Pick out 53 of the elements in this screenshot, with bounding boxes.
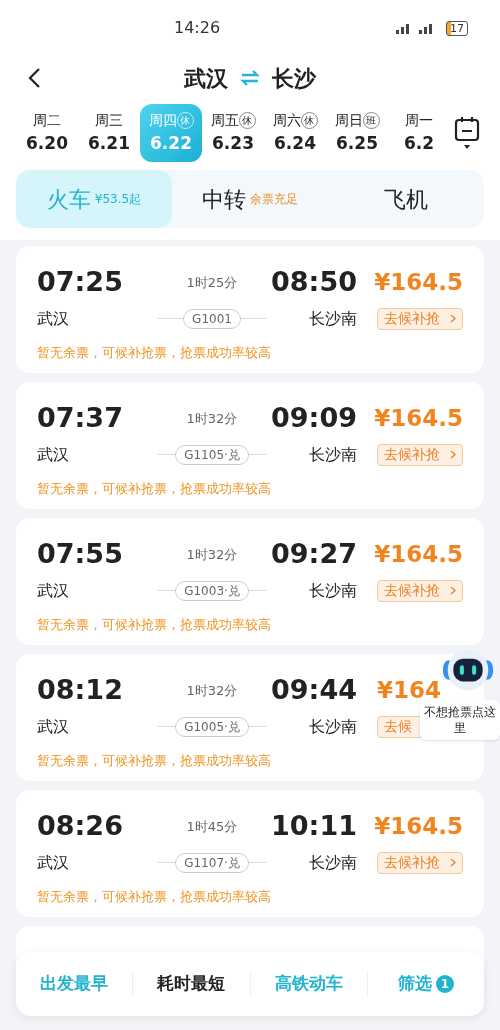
arrival-time: 09:09 bbox=[270, 401, 357, 435]
weekday-label: 周五 bbox=[210, 110, 239, 130]
arrival-time: 09:44 bbox=[270, 673, 357, 707]
departure-time: 07:55 bbox=[37, 537, 124, 571]
arrival-station: 长沙南 bbox=[308, 715, 357, 738]
duration: 1时32分 bbox=[185, 681, 239, 700]
mode-note: 余票充足 bbox=[250, 191, 298, 208]
date-label: 6.25 bbox=[336, 131, 378, 155]
status-time: 14:26 bbox=[174, 17, 221, 39]
date-label: 6.23 bbox=[212, 131, 254, 155]
weekday-label: 周日 bbox=[334, 110, 363, 130]
departure-time: 07:37 bbox=[37, 401, 124, 435]
arrival-time: 10:11 bbox=[270, 809, 357, 843]
departure-time: 07:25 bbox=[37, 265, 124, 299]
arrival-station: 长沙南 bbox=[308, 443, 357, 466]
mode-note: ¥53.5起 bbox=[94, 191, 142, 208]
departure-station: 武汉 bbox=[37, 715, 70, 738]
arrival-station: 长沙南 bbox=[308, 307, 357, 330]
departure-time: 08:26 bbox=[37, 809, 124, 843]
date-label: 6.20 bbox=[26, 131, 68, 155]
weekday-label: 周一 bbox=[405, 110, 433, 130]
date-label: 6.22 bbox=[150, 131, 192, 155]
arrival-station: 长沙南 bbox=[308, 851, 357, 874]
price: ¥164.5 bbox=[374, 404, 463, 433]
duration: 1时32分 bbox=[185, 409, 239, 428]
date-label: 6.21 bbox=[88, 131, 130, 155]
price: ¥164.5 bbox=[374, 540, 463, 569]
price: ¥164.5 bbox=[374, 812, 463, 841]
duration: 1时25分 bbox=[185, 273, 239, 292]
date-label: 6.24 bbox=[274, 131, 316, 155]
price: ¥164.5 bbox=[374, 268, 463, 297]
departure-time: 08:12 bbox=[37, 673, 124, 707]
battery-icon: 17 bbox=[446, 20, 468, 36]
ticket-notice: 暂无余票，可候补抢票，抢票成功率较高 bbox=[37, 615, 272, 634]
weekday-label: 周四 bbox=[148, 110, 177, 130]
date-label: 6.2 bbox=[403, 131, 435, 155]
duration: 1时45分 bbox=[185, 817, 239, 836]
weekday-label: 周二 bbox=[33, 110, 61, 130]
weekday-label: 周六 bbox=[272, 110, 301, 130]
departure-station: 武汉 bbox=[37, 307, 70, 330]
ticket-notice: 暂无余票，可候补抢票，抢票成功率较高 bbox=[37, 479, 272, 498]
arrival-time: 09:27 bbox=[270, 537, 357, 571]
ticket-notice: 暂无余票，可候补抢票，抢票成功率较高 bbox=[37, 343, 272, 362]
filter-count-badge: 1 bbox=[435, 975, 454, 993]
weekday-label: 周三 bbox=[95, 110, 123, 130]
departure-station: 武汉 bbox=[37, 443, 70, 466]
arrival-time: 08:50 bbox=[270, 265, 357, 299]
ticket-notice: 暂无余票，可候补抢票，抢票成功率较高 bbox=[37, 887, 272, 906]
departure-station: 武汉 bbox=[37, 579, 70, 602]
departure-station: 武汉 bbox=[37, 851, 70, 874]
duration: 1时32分 bbox=[185, 545, 239, 564]
arrival-station: 长沙南 bbox=[308, 579, 357, 602]
ticket-notice: 暂无余票，可候补抢票，抢票成功率较高 bbox=[37, 751, 272, 770]
